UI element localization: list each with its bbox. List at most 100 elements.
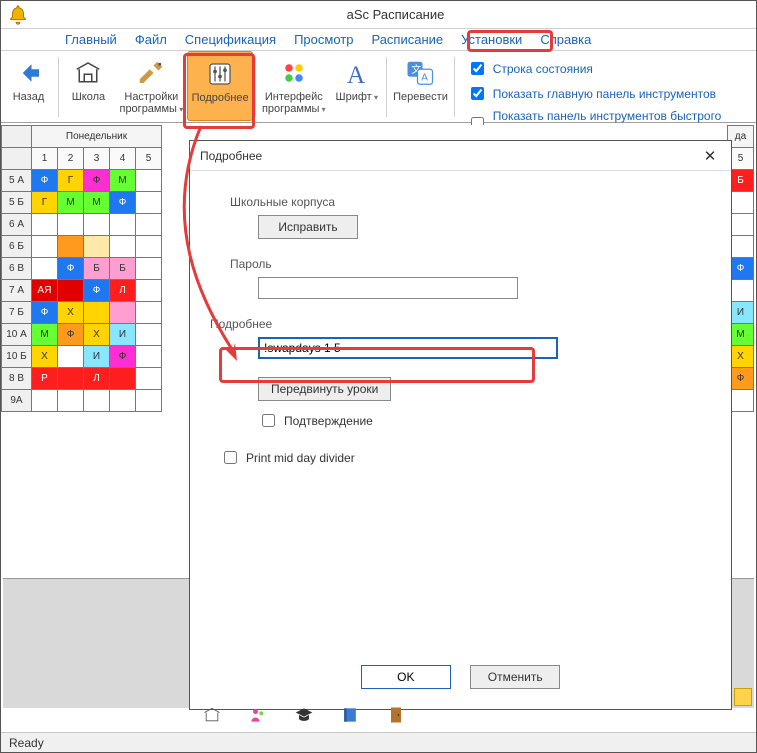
schedule-cell[interactable]: Х (58, 302, 84, 324)
ribbon-font[interactable]: A Шрифт (329, 51, 384, 121)
schedule-cell[interactable] (136, 280, 162, 302)
tab-schedule[interactable]: Расписание (371, 32, 443, 47)
schedule-cell[interactable] (58, 368, 84, 390)
label-more: Подробнее (210, 317, 707, 331)
schedule-cell[interactable] (110, 368, 136, 390)
schedule-cell[interactable] (110, 214, 136, 236)
tab-view[interactable]: Просмотр (294, 32, 353, 47)
titlebar: aSc Расписание (1, 1, 756, 29)
schedule-cell[interactable]: Ф (110, 346, 136, 368)
schedule-cell[interactable] (136, 390, 162, 412)
chk-confirm[interactable]: Подтверждение (258, 411, 707, 430)
schedule-cell[interactable] (136, 324, 162, 346)
schedule-cell[interactable]: Ф (58, 324, 84, 346)
ribbon-interface[interactable]: Интерфейс программы (258, 51, 329, 121)
schedule-cell[interactable]: Ф (32, 302, 58, 324)
schedule-cell[interactable] (136, 258, 162, 280)
schedule-cell[interactable] (32, 214, 58, 236)
tools-icon (136, 55, 166, 91)
chk-main-toolbar[interactable]: Показать главную панель инструментов (467, 84, 746, 103)
font-icon: A (342, 55, 372, 91)
row-header: 7 А (2, 280, 32, 302)
row-header: 6 Б (2, 236, 32, 258)
schedule-cell[interactable]: Г (58, 170, 84, 192)
schedule-cell[interactable] (84, 236, 110, 258)
tab-main[interactable]: Главный (65, 32, 117, 47)
ribbon: Назад Школа Настройки программы Подробне… (1, 51, 756, 123)
schedule-cell[interactable] (110, 302, 136, 324)
close-icon[interactable]: ✕ (699, 147, 721, 165)
row-header: 6 В (2, 258, 32, 280)
schedule-cell[interactable] (136, 236, 162, 258)
schedule-cell[interactable] (32, 390, 58, 412)
mini-school-icon[interactable] (201, 704, 223, 726)
mini-door-icon[interactable] (385, 704, 407, 726)
schedule-cell[interactable]: И (84, 346, 110, 368)
schedule-cell[interactable] (136, 170, 162, 192)
tab-file[interactable]: Файл (135, 32, 167, 47)
schedule-cell[interactable] (58, 390, 84, 412)
ribbon-back[interactable]: Назад (1, 51, 56, 121)
schedule-cell[interactable]: М (84, 192, 110, 214)
sliders-icon (205, 56, 235, 92)
ribbon-translate[interactable]: 文A Перевести (389, 51, 452, 121)
ok-button[interactable]: OK (361, 665, 451, 689)
schedule-cell[interactable] (136, 302, 162, 324)
cancel-button[interactable]: Отменить (470, 665, 560, 689)
ribbon-program-settings[interactable]: Настройки программы (116, 51, 187, 121)
panel-tab[interactable] (734, 688, 752, 706)
schedule-cell[interactable] (58, 214, 84, 236)
schedule-cell[interactable] (58, 236, 84, 258)
ribbon-more[interactable]: Подробнее (187, 51, 254, 121)
schedule-cell[interactable] (136, 368, 162, 390)
schedule-cell[interactable]: Л (84, 368, 110, 390)
schedule-cell[interactable]: Б (84, 258, 110, 280)
schedule-cell[interactable] (84, 302, 110, 324)
schedule-cell[interactable]: Ф (84, 170, 110, 192)
schedule-cell[interactable] (110, 390, 136, 412)
schedule-cell[interactable]: Х (32, 346, 58, 368)
tab-help[interactable]: Справка (540, 32, 591, 47)
schedule-cell[interactable] (136, 346, 162, 368)
schedule-cell[interactable]: Б (110, 258, 136, 280)
schedule-cell[interactable]: Г (32, 192, 58, 214)
password-input[interactable] (258, 277, 518, 299)
move-lessons-button[interactable]: Передвинуть уроки (258, 377, 391, 401)
schedule-cell[interactable]: М (32, 324, 58, 346)
schedule-cell[interactable]: М (110, 170, 136, 192)
schedule-cell[interactable]: АЯ (32, 280, 58, 302)
ribbon-school[interactable]: Школа (61, 51, 116, 121)
label-password: Пароль (230, 257, 707, 271)
dialog-titlebar: Подробнее ✕ (190, 141, 731, 171)
schedule-cell[interactable] (58, 346, 84, 368)
schedule-cell[interactable] (58, 280, 84, 302)
schedule-cell[interactable]: И (110, 324, 136, 346)
schedule-cell[interactable]: М (58, 192, 84, 214)
mini-people-icon[interactable] (247, 704, 269, 726)
schedule-cell[interactable] (32, 258, 58, 280)
schedule-cell[interactable]: Л (110, 280, 136, 302)
chk-print-divider[interactable]: Print mid day divider (220, 448, 707, 467)
schedule-cell[interactable] (84, 390, 110, 412)
chk-status-row[interactable]: Строка состояния (467, 59, 746, 78)
tab-spec[interactable]: Спецификация (185, 32, 276, 47)
schedule-cell[interactable] (136, 214, 162, 236)
mini-toolbar (191, 700, 417, 730)
mini-hat-icon[interactable] (293, 704, 315, 726)
mini-book-icon[interactable] (339, 704, 361, 726)
schedule-cell[interactable] (136, 192, 162, 214)
command-input[interactable] (258, 337, 558, 359)
schedule-cell[interactable]: Х (84, 324, 110, 346)
schedule-cell[interactable] (110, 236, 136, 258)
schedule-cell[interactable] (84, 214, 110, 236)
tab-settings[interactable]: Установки (461, 32, 522, 47)
day-header: Понедельник (32, 126, 162, 148)
schedule-cell[interactable]: Ф (32, 170, 58, 192)
schedule-cell[interactable]: Ф (58, 258, 84, 280)
row-header: 5 А (2, 170, 32, 192)
schedule-cell[interactable] (32, 236, 58, 258)
schedule-cell[interactable]: Р (32, 368, 58, 390)
schedule-cell[interactable]: Ф (84, 280, 110, 302)
schedule-cell[interactable]: Ф (110, 192, 136, 214)
fix-button[interactable]: Исправить (258, 215, 358, 239)
